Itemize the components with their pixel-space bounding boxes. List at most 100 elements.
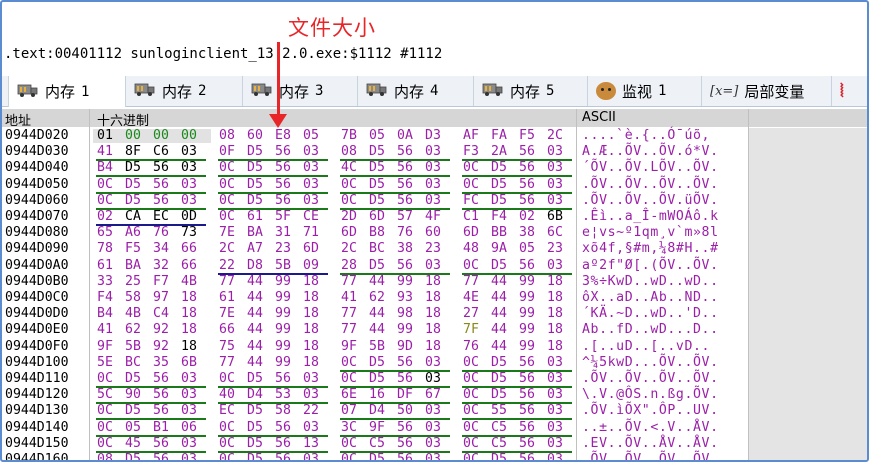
hex-byte[interactable]: AF <box>461 128 481 144</box>
hex-byte[interactable]: 01 <box>95 128 115 144</box>
hex-byte[interactable]: D5 <box>367 160 387 176</box>
hex-byte[interactable]: 58 <box>123 290 143 306</box>
tab-3[interactable]: 内存 4 <box>358 76 474 106</box>
hex-byte[interactable]: 03 <box>545 193 565 209</box>
ascii-text[interactable]: ^¼5kwD...ÕV..ÕV. <box>582 355 719 371</box>
hex-byte[interactable]: 0C <box>95 420 115 436</box>
hex-byte[interactable]: D5 <box>245 436 265 452</box>
hex-byte[interactable]: 03 <box>423 258 443 274</box>
hex-byte[interactable]: 56 <box>395 371 415 387</box>
tab-5[interactable]: 监视 1 <box>588 76 702 106</box>
hex-byte[interactable]: 44 <box>245 339 265 355</box>
hex-byte[interactable]: 66 <box>179 241 199 257</box>
hex-byte[interactable]: 03 <box>545 436 565 452</box>
ascii-text[interactable]: .EV..ÕV..ÅV..ÅV. <box>582 436 719 452</box>
hex-byte[interactable]: 38 <box>395 241 415 257</box>
hex-byte[interactable]: 31 <box>273 225 293 241</box>
hex-byte[interactable]: 41 <box>95 322 115 338</box>
hex-byte[interactable]: 2D <box>339 209 359 225</box>
hex-byte[interactable]: 03 <box>545 420 565 436</box>
hex-byte[interactable]: 7E <box>217 306 237 322</box>
hex-byte[interactable]: EC <box>217 403 237 419</box>
row-address[interactable]: 0944D080 <box>5 225 69 241</box>
hex-row[interactable]: 0944D020 01 00 00 00 08 60 E8 05 7B 05 0A D3 AF FA F5 2C… <box>2 128 867 144</box>
tab-2[interactable]: 内存 3 <box>243 76 358 106</box>
hex-byte[interactable]: 61 <box>217 290 237 306</box>
hex-byte[interactable]: F5 <box>517 128 537 144</box>
hex-byte[interactable]: 5F <box>273 209 293 225</box>
hex-row[interactable]: 0944D160 08 D5 56 03 0C D5 56 03 0C D5 56 03 0C D5 56 03… <box>2 452 867 460</box>
hex-row[interactable]: 0944D150 0C 45 56 03 0C D5 56 13 0C C5 56 03 0C C5 56 03… <box>2 436 867 452</box>
hex-byte[interactable]: 56 <box>517 177 537 193</box>
hex-byte[interactable]: 2A <box>489 144 509 160</box>
hex-byte[interactable]: 03 <box>179 452 199 460</box>
hex-byte[interactable]: 44 <box>245 274 265 290</box>
hex-byte[interactable]: BB <box>489 225 509 241</box>
hex-byte[interactable]: 0C <box>217 420 237 436</box>
hex-byte[interactable]: B8 <box>367 225 387 241</box>
hex-byte[interactable]: 03 <box>545 403 565 419</box>
hex-byte[interactable]: 45 <box>123 436 143 452</box>
hex-byte[interactable]: 0C <box>461 371 481 387</box>
hex-byte[interactable]: 0C <box>217 452 237 460</box>
hex-byte[interactable]: 56 <box>395 420 415 436</box>
hex-row[interactable]: 0944D0F0 9F 5B 92 18 75 44 99 18 9F 5B 9D 18 76 44 99 18… <box>2 339 867 355</box>
hex-byte[interactable]: 99 <box>517 339 537 355</box>
hex-byte[interactable]: 03 <box>179 387 199 403</box>
row-address[interactable]: 0944D160 <box>5 452 69 460</box>
hex-byte[interactable]: 56 <box>151 160 171 176</box>
hex-byte[interactable]: 60 <box>423 225 443 241</box>
hex-byte[interactable]: D3 <box>423 128 443 144</box>
hex-byte[interactable]: 44 <box>367 274 387 290</box>
hex-byte[interactable]: 9F <box>339 339 359 355</box>
ascii-text[interactable]: Ab..fD..wD...D.. <box>582 322 719 338</box>
hex-byte[interactable]: 18 <box>179 290 199 306</box>
hex-byte[interactable]: 78 <box>95 241 115 257</box>
hex-byte[interactable]: 41 <box>95 144 115 160</box>
hex-byte[interactable]: 05 <box>301 128 321 144</box>
hex-byte[interactable]: 03 <box>423 193 443 209</box>
hex-byte[interactable]: D5 <box>123 160 143 176</box>
hex-byte[interactable]: D5 <box>245 144 265 160</box>
hex-row[interactable]: 0944D0B0 33 25 F7 4B 77 44 99 18 77 44 99 18 77 44 99 18… <box>2 274 867 290</box>
tab-0[interactable]: 内存 1 <box>8 76 126 107</box>
hex-byte[interactable]: 09 <box>301 258 321 274</box>
ascii-text[interactable]: xõ4f,§#m,¼8#H..# <box>582 241 719 257</box>
hex-byte[interactable]: 03 <box>423 160 443 176</box>
hex-byte[interactable]: 5B <box>367 339 387 355</box>
ascii-text[interactable]: ´KÄ.~D..wD..'D.. <box>582 306 719 322</box>
hex-byte[interactable]: DF <box>395 387 415 403</box>
hex-byte[interactable]: 9F <box>95 339 115 355</box>
hex-byte[interactable]: D4 <box>367 403 387 419</box>
hex-byte[interactable]: 7B <box>339 128 359 144</box>
hex-byte[interactable]: 4B <box>123 306 143 322</box>
row-address[interactable]: 0944D140 <box>5 420 69 436</box>
row-address[interactable]: 0944D040 <box>5 160 69 176</box>
hex-byte[interactable]: 65 <box>95 225 115 241</box>
hex-byte[interactable]: 56 <box>151 436 171 452</box>
hex-row[interactable]: 0944D130 0C D5 56 03 EC D5 58 22 07 D4 50 03 0C 55 56 03… <box>2 403 867 419</box>
hex-byte[interactable]: 0C <box>95 403 115 419</box>
hex-byte[interactable]: 03 <box>545 355 565 371</box>
hex-byte[interactable]: D5 <box>489 371 509 387</box>
hex-byte[interactable]: 61 <box>95 258 115 274</box>
hex-byte[interactable]: 18 <box>301 306 321 322</box>
hex-row[interactable]: 0944D090 78 F5 34 66 2C A7 23 6D 2C BC 38 23 48 9A 05 23… <box>2 241 867 257</box>
hex-byte[interactable]: 03 <box>301 144 321 160</box>
hex-byte[interactable]: 8F <box>123 144 143 160</box>
hex-byte[interactable]: 7E <box>217 225 237 241</box>
hex-byte[interactable]: C5 <box>489 420 509 436</box>
hex-byte[interactable]: 77 <box>461 274 481 290</box>
hex-byte[interactable]: 23 <box>545 241 565 257</box>
hex-byte[interactable]: 03 <box>423 403 443 419</box>
hex-byte[interactable]: 23 <box>423 241 443 257</box>
hex-byte[interactable]: 16 <box>367 387 387 403</box>
hex-byte[interactable]: 0C <box>461 177 481 193</box>
hex-byte[interactable]: 0D <box>179 209 199 225</box>
hex-byte[interactable]: 18 <box>179 306 199 322</box>
hex-byte[interactable]: D5 <box>245 403 265 419</box>
hex-byte[interactable]: 99 <box>273 274 293 290</box>
hex-byte[interactable]: 66 <box>179 258 199 274</box>
hex-byte[interactable]: 18 <box>301 290 321 306</box>
hex-byte[interactable]: 28 <box>339 258 359 274</box>
